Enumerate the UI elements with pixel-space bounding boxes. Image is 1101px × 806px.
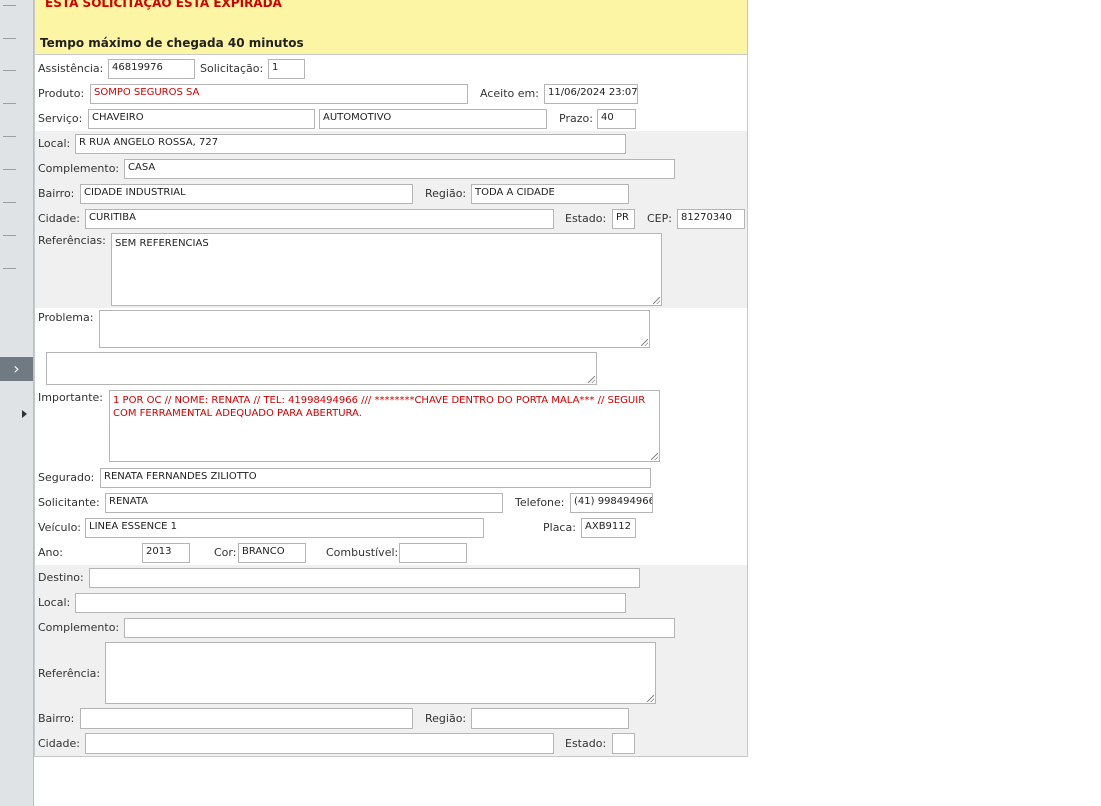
placa-label: Placa: [543, 521, 576, 534]
aceito-em-field[interactable]: 11/06/2024 23:07 [544, 84, 638, 104]
cor-label: Cor: [214, 546, 237, 559]
prazo-field[interactable]: 40 [597, 109, 636, 129]
destino-label: Destino: [38, 571, 84, 584]
expired-banner: ESTA SOLICITAÇÃO ESTA EXPIRADA [35, 0, 747, 32]
resize-handle-icon[interactable] [651, 453, 658, 460]
cep-label: CEP: [647, 212, 672, 225]
referencias-text: SEM REFERENCIAS [115, 238, 209, 249]
sidebar-divider [3, 202, 16, 203]
destino-regiao-label: Região: [425, 712, 467, 725]
importante-textarea[interactable]: 1 POR OC // NOME: RENATA // TEL: 4199849… [109, 390, 660, 462]
combustivel-field[interactable] [399, 543, 467, 563]
resize-handle-icon[interactable] [588, 376, 595, 383]
estado-label: Estado: [565, 212, 607, 225]
importante-text: 1 POR OC // NOME: RENATA // TEL: 4199849… [113, 395, 646, 419]
bairro-label: Bairro: [38, 187, 75, 200]
solicitante-label: Solicitante: [38, 496, 100, 509]
servico-tipo-field[interactable]: AUTOMOTIVO [319, 109, 547, 129]
ano-field[interactable]: 2013 [142, 543, 190, 563]
cor-field[interactable]: BRANCO [238, 543, 306, 563]
resize-handle-icon[interactable] [653, 297, 660, 304]
destino-local-field[interactable] [75, 593, 626, 613]
sidebar-divider [3, 5, 16, 6]
destino-bairro-field[interactable] [80, 708, 413, 729]
local-field[interactable]: R RUA ANGELO ROSSA, 727 [75, 134, 626, 154]
sidebar-divider [3, 38, 16, 39]
veiculo-field[interactable]: LINEA ESSENCE 1 [85, 518, 484, 538]
triangle-right-icon[interactable] [22, 410, 27, 418]
arrival-time-message: Tempo máximo de chegada 40 minutos [40, 36, 304, 50]
request-form-panel: ESTA SOLICITAÇÃO ESTA EXPIRADA Tempo máx… [34, 0, 748, 757]
assistencia-label: Assistência: [38, 62, 104, 75]
problema-label: Problema: [38, 311, 94, 324]
estado-field[interactable]: PR [612, 209, 635, 229]
sidebar-divider [3, 268, 16, 269]
servico-label: Serviço: [38, 112, 83, 125]
referencias-label: Referências: [38, 234, 106, 247]
destino-cidade-field[interactable] [85, 733, 554, 754]
sidebar-divider [3, 169, 16, 170]
solicitacao-label: Solicitação: [200, 62, 264, 75]
servico-field[interactable]: CHAVEIRO [88, 109, 315, 129]
telefone-label: Telefone: [515, 496, 565, 509]
placa-field[interactable]: AXB9112 [581, 518, 636, 538]
produto-field[interactable]: SOMPO SEGUROS SA [90, 84, 468, 104]
destino-referencia-label: Referência: [38, 667, 101, 680]
cidade-field[interactable]: CURITIBA [85, 209, 554, 229]
bairro-field[interactable]: CIDADE INDUSTRIAL [80, 184, 413, 204]
cidade-label: Cidade: [38, 212, 80, 225]
sidebar-divider [3, 136, 16, 137]
importante-label: Importante: [38, 391, 104, 404]
destino-field[interactable] [89, 568, 640, 588]
regiao-field[interactable]: TODA A CIDADE [471, 184, 629, 204]
sidebar-divider [3, 103, 16, 104]
destino-complemento-field[interactable] [124, 618, 675, 638]
solicitacao-field[interactable]: 1 [268, 59, 305, 79]
problema-extra-textarea[interactable] [46, 352, 597, 385]
telefone-field[interactable]: (41) 998494966 [570, 493, 653, 513]
segurado-label: Segurado: [38, 471, 95, 484]
resize-handle-icon[interactable] [641, 339, 648, 346]
destino-estado-label: Estado: [565, 737, 607, 750]
prazo-label: Prazo: [559, 112, 593, 125]
destino-regiao-field[interactable] [471, 708, 629, 729]
referencias-textarea[interactable]: SEM REFERENCIAS [111, 233, 662, 306]
destino-referencia-textarea[interactable] [105, 642, 656, 704]
local-label: Local: [38, 137, 71, 150]
chevron-right-icon[interactable]: › [0, 357, 33, 381]
destino-estado-field[interactable] [612, 733, 635, 754]
complemento-field[interactable]: CASA [124, 159, 675, 179]
sidebar-divider [3, 70, 16, 71]
segurado-field[interactable]: RENATA FERNANDES ZILIOTTO [100, 468, 651, 488]
destino-bairro-label: Bairro: [38, 712, 75, 725]
destino-cidade-label: Cidade: [38, 737, 80, 750]
produto-label: Produto: [38, 87, 85, 100]
regiao-label: Região: [425, 187, 467, 200]
resize-handle-icon[interactable] [647, 695, 654, 702]
complemento-label: Complemento: [38, 162, 120, 175]
assistencia-field[interactable]: 46819976 [108, 59, 195, 79]
destino-complemento-label: Complemento: [38, 621, 120, 634]
aceito-em-label: Aceito em: [480, 87, 539, 100]
solicitante-field[interactable]: RENATA [105, 493, 503, 513]
cep-field[interactable]: 81270340 [677, 209, 745, 229]
problema-textarea[interactable] [99, 310, 650, 348]
expired-message: ESTA SOLICITAÇÃO ESTA EXPIRADA [45, 0, 282, 10]
ano-label: Ano: [38, 546, 63, 559]
veiculo-label: Veículo: [38, 521, 82, 534]
destino-local-label: Local: [38, 596, 71, 609]
left-sidebar: › [0, 0, 34, 806]
combustivel-label: Combustível: [326, 546, 399, 559]
sidebar-divider [3, 235, 16, 236]
